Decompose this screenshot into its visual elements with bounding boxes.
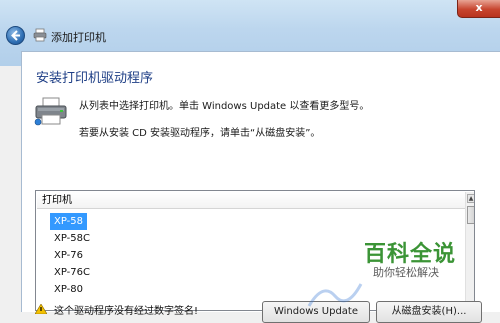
close-button[interactable]: x [457,0,500,18]
list-column-header[interactable]: 打印机 [37,192,465,209]
printer-icon [34,97,67,126]
scroll-up-icon[interactable]: ▲ [467,194,474,203]
list-item[interactable]: XP-58C [50,230,94,247]
printer-list-items: XP-58 XP-58C XP-76 XP-76C XP-80 [50,213,94,298]
list-item[interactable]: XP-80 [50,281,87,298]
watermark-badge-icon [307,283,363,307]
watermark-subtitle: 助你轻松解决 [373,266,439,279]
warning-icon [35,304,47,314]
unsigned-driver-warning: 这个驱动程序没有经过数字签名! [54,306,199,317]
instruction-text: 从列表中选择打印机。单击 Windows Update 以查看更多型号。 [79,101,370,112]
window-title: 添加打印机 [51,31,106,44]
page-title: 安装打印机驱动程序 [36,71,154,86]
printer-icon [33,28,47,42]
instruction-text-disk: 若要从安装 CD 安装驱动程序，请单击“从磁盘安装”。 [79,128,321,139]
back-arrow-icon [11,30,20,41]
list-scrollbar[interactable]: ▲ [465,192,474,310]
scroll-thumb[interactable] [467,206,474,224]
have-disk-button[interactable]: 从磁盘安装(H)... [376,301,482,323]
list-item[interactable]: XP-76 [50,247,87,264]
list-item[interactable]: XP-58 [50,213,87,230]
list-item[interactable]: XP-76C [50,264,94,281]
back-button[interactable] [6,26,25,45]
